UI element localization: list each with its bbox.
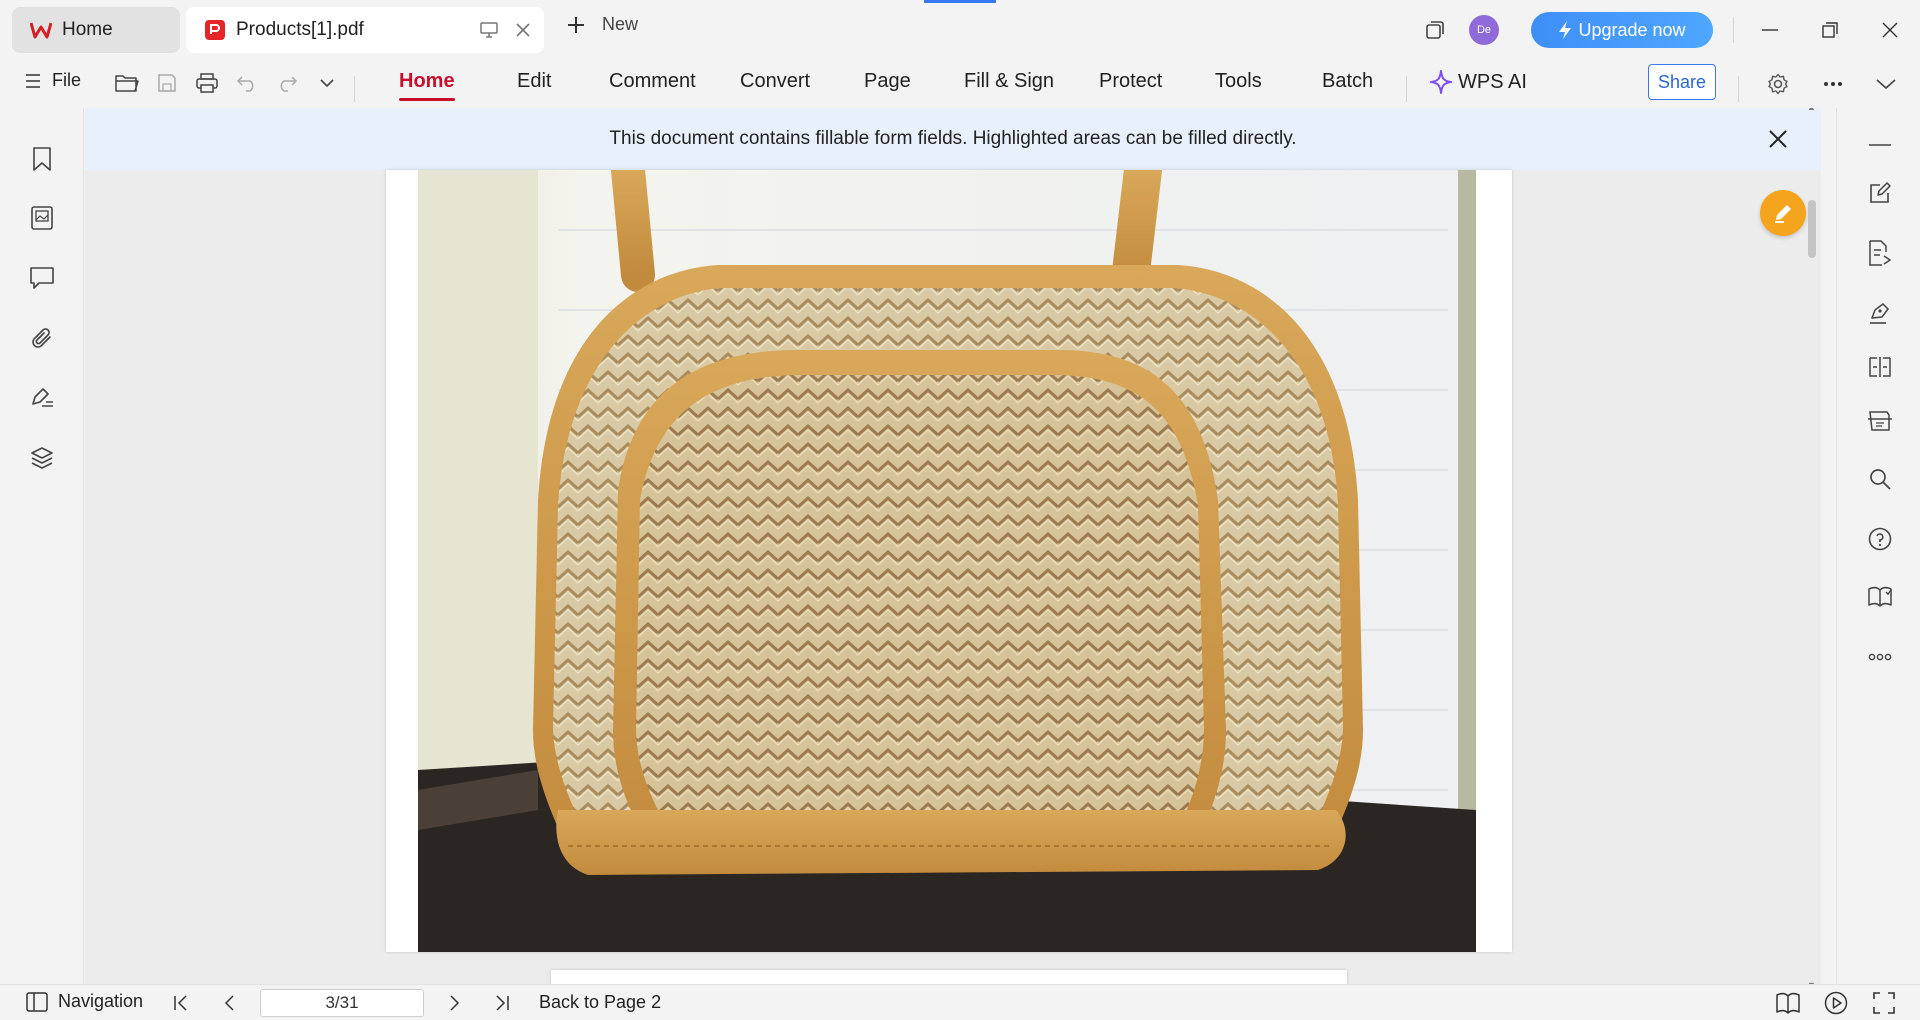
pdf-page [386,170,1512,952]
menu-protect[interactable]: Protect [1099,70,1162,93]
fullscreen-icon[interactable] [1872,991,1896,1015]
window-list-icon[interactable] [1411,10,1459,50]
extract-icon[interactable] [1865,238,1895,268]
open-folder-icon[interactable] [114,68,140,98]
plus-icon [566,15,586,35]
pdf-file-icon [204,19,226,41]
first-page-icon[interactable] [169,991,193,1015]
menu-batch[interactable]: Batch [1322,70,1373,93]
menu-edit[interactable]: Edit [517,70,551,93]
pencil-icon [1772,202,1794,224]
hamburger-icon [26,73,40,88]
wps-ai-button[interactable]: WPS AI [1430,70,1527,94]
scroll-up-icon[interactable]: ▲ [1807,108,1816,112]
status-bar: Navigation Back to Page 2 [0,984,1920,1020]
more-options-icon[interactable] [1815,66,1851,102]
help-icon[interactable] [1865,524,1895,554]
new-tab-label: New [602,14,639,34]
new-tab-button[interactable]: New [566,14,638,35]
collapse-icon[interactable] [1865,130,1895,160]
navigation-toggle[interactable]: Navigation [26,991,143,1012]
save-icon[interactable] [154,68,180,98]
sign-pen-icon[interactable] [1865,298,1895,328]
print-icon[interactable] [194,68,220,98]
bag-photo [418,170,1476,952]
tab-document-label: Products[1].pdf [236,19,364,40]
book-view-icon[interactable] [1776,991,1800,1015]
ribbon-toolbar: File Home Edit Comment Convert Page Fill… [0,60,1920,108]
upgrade-button[interactable]: Upgrade now [1531,12,1713,48]
close-notice-icon[interactable] [1763,124,1793,154]
form-fields-notice: This document contains fillable form fie… [85,108,1821,170]
scrollbar-thumb[interactable] [1808,200,1816,258]
page-number-input[interactable] [260,989,424,1017]
layers-icon[interactable] [28,444,56,472]
navigation-pane-icon [26,991,48,1012]
notice-text: This document contains fillable form fie… [609,128,1297,149]
settings-gear-icon[interactable] [1760,66,1796,102]
ribbon-divider [1738,76,1739,102]
redo-icon[interactable] [274,68,300,98]
navigation-label: Navigation [58,991,144,1011]
next-page-icon[interactable] [443,991,467,1015]
bookmark-icon[interactable] [28,145,56,173]
search-icon[interactable] [1865,464,1895,494]
chevron-down-icon[interactable] [314,68,340,98]
avatar[interactable]: De [1469,15,1499,45]
quick-access-bar [114,68,340,98]
title-bar: Home Products[1].pdf New De Upgrade now [0,0,1920,60]
wps-ai-label: WPS AI [1458,70,1527,93]
undo-icon[interactable] [234,68,260,98]
edit-note-icon[interactable] [1865,178,1895,208]
quick-edit-button[interactable] [1760,190,1806,236]
tab-home[interactable]: Home [12,7,180,53]
comment-icon[interactable] [28,264,56,292]
previous-page-icon[interactable] [217,991,241,1015]
file-label: File [52,70,82,90]
screen-icon[interactable] [480,22,498,38]
share-button[interactable]: Share [1648,64,1716,100]
sparkle-icon [1430,70,1452,94]
play-icon[interactable] [1824,991,1848,1015]
attachment-icon[interactable] [28,324,56,352]
last-page-icon[interactable] [490,991,514,1015]
account-area[interactable]: De [1467,15,1501,45]
right-sidebar [1836,108,1920,984]
minimize-icon[interactable] [1740,10,1800,50]
scan-icon[interactable] [1865,406,1895,436]
read-mode-icon[interactable] [1865,582,1895,612]
wps-logo-icon [30,21,52,39]
window-drag-indicator [924,0,996,3]
next-pdf-page [551,970,1347,984]
upgrade-label: Upgrade now [1578,19,1686,40]
lightning-icon [1558,20,1572,40]
tab-home-label: Home [62,19,113,40]
menu-fill-sign[interactable]: Fill & Sign [964,70,1054,93]
menu-page[interactable]: Page [864,70,911,93]
restore-icon[interactable] [1800,10,1860,50]
close-tab-icon[interactable] [516,23,530,37]
more-icon[interactable] [1865,642,1895,672]
close-window-icon[interactable] [1860,10,1920,50]
vertical-scrollbar[interactable]: ▲ ▼ [1803,108,1821,984]
compare-icon[interactable] [1865,352,1895,382]
file-menu-button[interactable]: File [26,70,81,91]
collapse-ribbon-icon[interactable] [1868,66,1904,102]
menu-convert[interactable]: Convert [740,70,810,93]
thumbnail-icon[interactable] [28,204,56,232]
tab-document[interactable]: Products[1].pdf [186,7,544,53]
left-sidebar [0,108,84,984]
signature-icon[interactable] [28,384,56,412]
ribbon-divider [354,76,355,102]
menu-tools[interactable]: Tools [1215,70,1262,93]
ribbon-divider [1406,76,1407,102]
menu-comment[interactable]: Comment [609,70,696,93]
back-to-page-link[interactable]: Back to Page 2 [539,992,661,1013]
document-viewport[interactable]: This document contains fillable form fie… [85,108,1821,984]
menu-home[interactable]: Home [399,70,455,101]
